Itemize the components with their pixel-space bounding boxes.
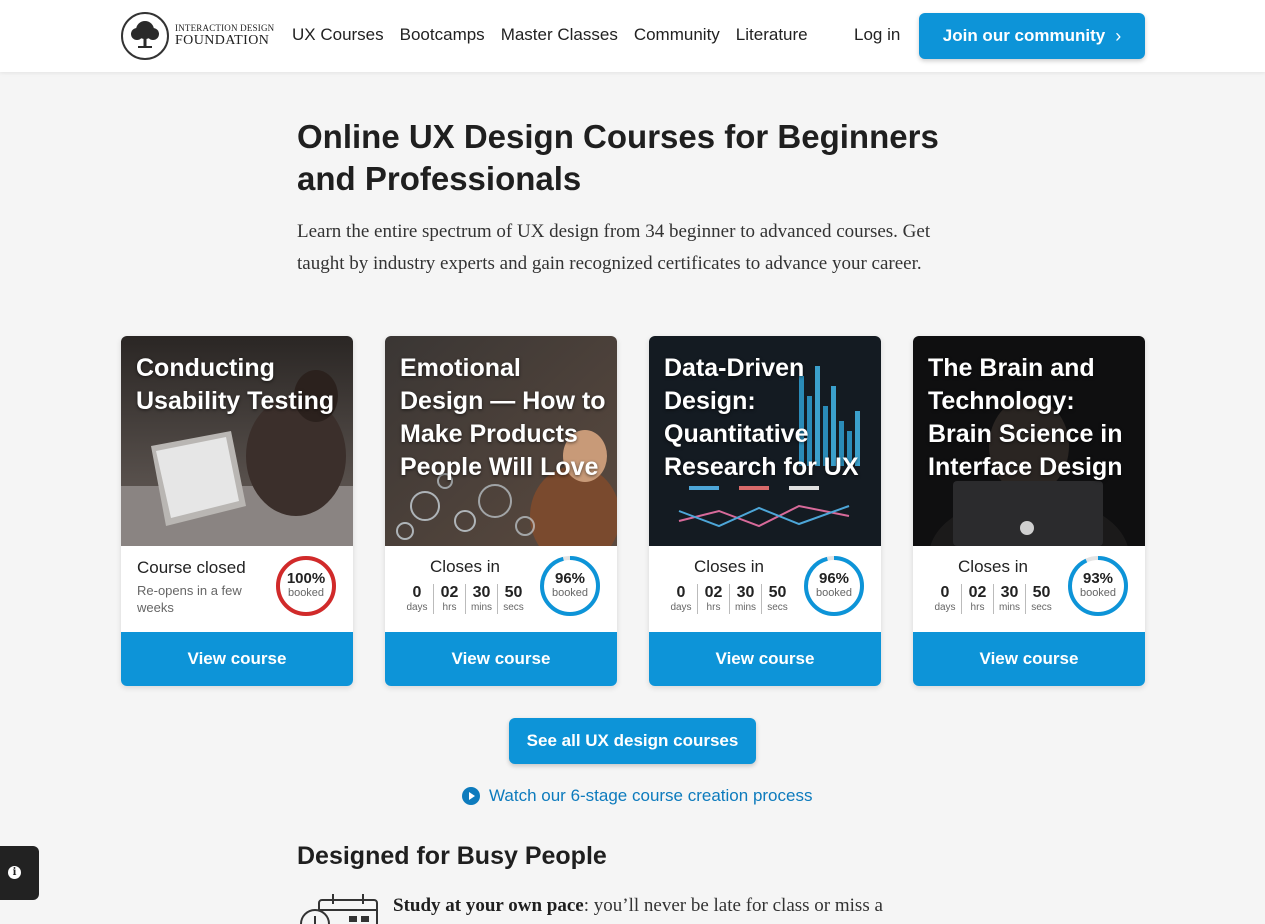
view-course-button[interactable]: View course bbox=[385, 632, 617, 686]
course-card[interactable]: Emotional Design — How to Make Products … bbox=[385, 336, 617, 686]
course-status: Course closed Re-opens in a few weeks 10… bbox=[121, 546, 353, 632]
see-all-courses-button[interactable]: See all UX design courses bbox=[509, 718, 756, 764]
course-status: Closes in 0 days 02 hrs 30 mins 50 secs 96% … bbox=[649, 546, 881, 632]
nav-literature[interactable]: Literature bbox=[736, 25, 808, 45]
busy-description-bold: Study at your own pace bbox=[393, 895, 584, 916]
booked-ring: 93% booked bbox=[1066, 554, 1130, 618]
course-image: The Brain and Technology: Brain Science … bbox=[913, 336, 1145, 546]
course-image: Emotional Design — How to Make Products … bbox=[385, 336, 617, 546]
view-course-button[interactable]: View course bbox=[913, 632, 1145, 686]
booked-percent: 93% bbox=[1082, 570, 1114, 587]
countdown-hours: 02 bbox=[704, 584, 723, 601]
course-title: Emotional Design — How to Make Products … bbox=[400, 354, 606, 481]
course-image: Conducting Usability Testing bbox=[121, 336, 353, 546]
hero-description: Learn the entire spectrum of UX design f… bbox=[297, 221, 931, 274]
nav-community[interactable]: Community bbox=[634, 25, 720, 45]
countdown-minutes: 30 bbox=[736, 584, 755, 601]
countdown-seconds: 50 bbox=[504, 584, 523, 601]
nav-master-classes[interactable]: Master Classes bbox=[501, 25, 618, 45]
busy-description: Study at your own pace: you’ll never be … bbox=[393, 892, 953, 920]
section-title: Designed for Busy People bbox=[297, 842, 607, 870]
watch-process-link[interactable]: Watch our 6-stage course creation proces… bbox=[462, 786, 812, 806]
booked-ring: 96% booked bbox=[538, 554, 602, 618]
closes-in-label: Closes in bbox=[958, 557, 1028, 576]
course-card[interactable]: The Brain and Technology: Brain Science … bbox=[913, 336, 1145, 686]
site-header: INTERACTION DESIGN FOUNDATION UX Courses… bbox=[0, 0, 1265, 72]
watch-link-label: Watch our 6-stage course creation proces… bbox=[489, 786, 813, 805]
course-title: The Brain and Technology: Brain Science … bbox=[928, 354, 1123, 481]
busy-description-rest: : you’ll never be late for class or miss… bbox=[583, 895, 883, 916]
join-button-label: Join our community bbox=[942, 26, 1106, 45]
countdown-days: 0 bbox=[676, 584, 686, 601]
course-title: Data-Driven Design: Quantitative Researc… bbox=[664, 354, 859, 481]
booked-label: booked bbox=[287, 587, 325, 599]
course-card[interactable]: Data-Driven Design: Quantitative Researc… bbox=[649, 336, 881, 686]
countdown-days: 0 bbox=[940, 584, 950, 601]
booked-ring: 96% booked bbox=[802, 554, 866, 618]
countdown-timer: 0 days 02 hrs 30 mins 50 secs bbox=[929, 584, 1057, 614]
booked-label: booked bbox=[1079, 587, 1117, 599]
tree-logo-icon bbox=[121, 12, 169, 60]
course-image: Data-Driven Design: Quantitative Researc… bbox=[649, 336, 881, 546]
closes-in-label: Closes in bbox=[430, 557, 500, 576]
booked-ring: 100% booked bbox=[274, 554, 338, 618]
closes-in-label: Closes in bbox=[694, 557, 764, 576]
calendar-clock-icon bbox=[297, 892, 381, 924]
view-course-button[interactable]: View course bbox=[649, 632, 881, 686]
play-circle-icon bbox=[462, 787, 480, 805]
booked-percent: 96% bbox=[818, 570, 850, 587]
nav-bootcamps[interactable]: Bootcamps bbox=[400, 25, 485, 45]
countdown-hours: 02 bbox=[968, 584, 987, 601]
countdown-seconds: 50 bbox=[768, 584, 787, 601]
booked-label: booked bbox=[815, 587, 853, 599]
info-icon: i bbox=[8, 866, 21, 879]
countdown-minutes: 30 bbox=[1000, 584, 1019, 601]
view-course-button[interactable]: View course bbox=[121, 632, 353, 686]
booked-label: booked bbox=[551, 587, 589, 599]
login-link[interactable]: Log in bbox=[854, 25, 900, 45]
countdown-timer: 0 days 02 hrs 30 mins 50 secs bbox=[401, 584, 529, 614]
nav-ux-courses[interactable]: UX Courses bbox=[292, 25, 384, 45]
idf-logo[interactable]: INTERACTION DESIGN FOUNDATION bbox=[121, 12, 274, 60]
status-subtitle: Re-opens in a few weeks bbox=[137, 583, 242, 615]
course-status: Closes in 0 days 02 hrs 30 mins 50 secs 93% … bbox=[913, 546, 1145, 632]
course-title: Conducting Usability Testing bbox=[136, 354, 335, 415]
course-status: Closes in 0 days 02 hrs 30 mins 50 secs 96% … bbox=[385, 546, 617, 632]
booked-percent: 100% bbox=[286, 570, 326, 587]
booked-percent: 96% bbox=[554, 570, 586, 587]
countdown-timer: 0 days 02 hrs 30 mins 50 secs bbox=[665, 584, 793, 614]
countdown-minutes: 30 bbox=[472, 584, 491, 601]
status-title: Course closed bbox=[137, 558, 246, 577]
main-nav: UX Courses Bootcamps Master Classes Comm… bbox=[292, 25, 808, 45]
countdown-days: 0 bbox=[412, 584, 422, 601]
countdown-hours: 02 bbox=[440, 584, 459, 601]
countdown-seconds: 50 bbox=[1032, 584, 1051, 601]
info-tab[interactable]: i bbox=[0, 846, 39, 900]
course-card[interactable]: Conducting Usability Testing Course clos… bbox=[121, 336, 353, 686]
page-title: Online UX Design Courses for Beginners a… bbox=[297, 118, 939, 197]
logo-wordmark: INTERACTION DESIGN FOUNDATION bbox=[175, 23, 275, 48]
join-community-button[interactable]: Join our community › bbox=[919, 13, 1145, 59]
chevron-right-icon: › bbox=[1115, 25, 1122, 46]
